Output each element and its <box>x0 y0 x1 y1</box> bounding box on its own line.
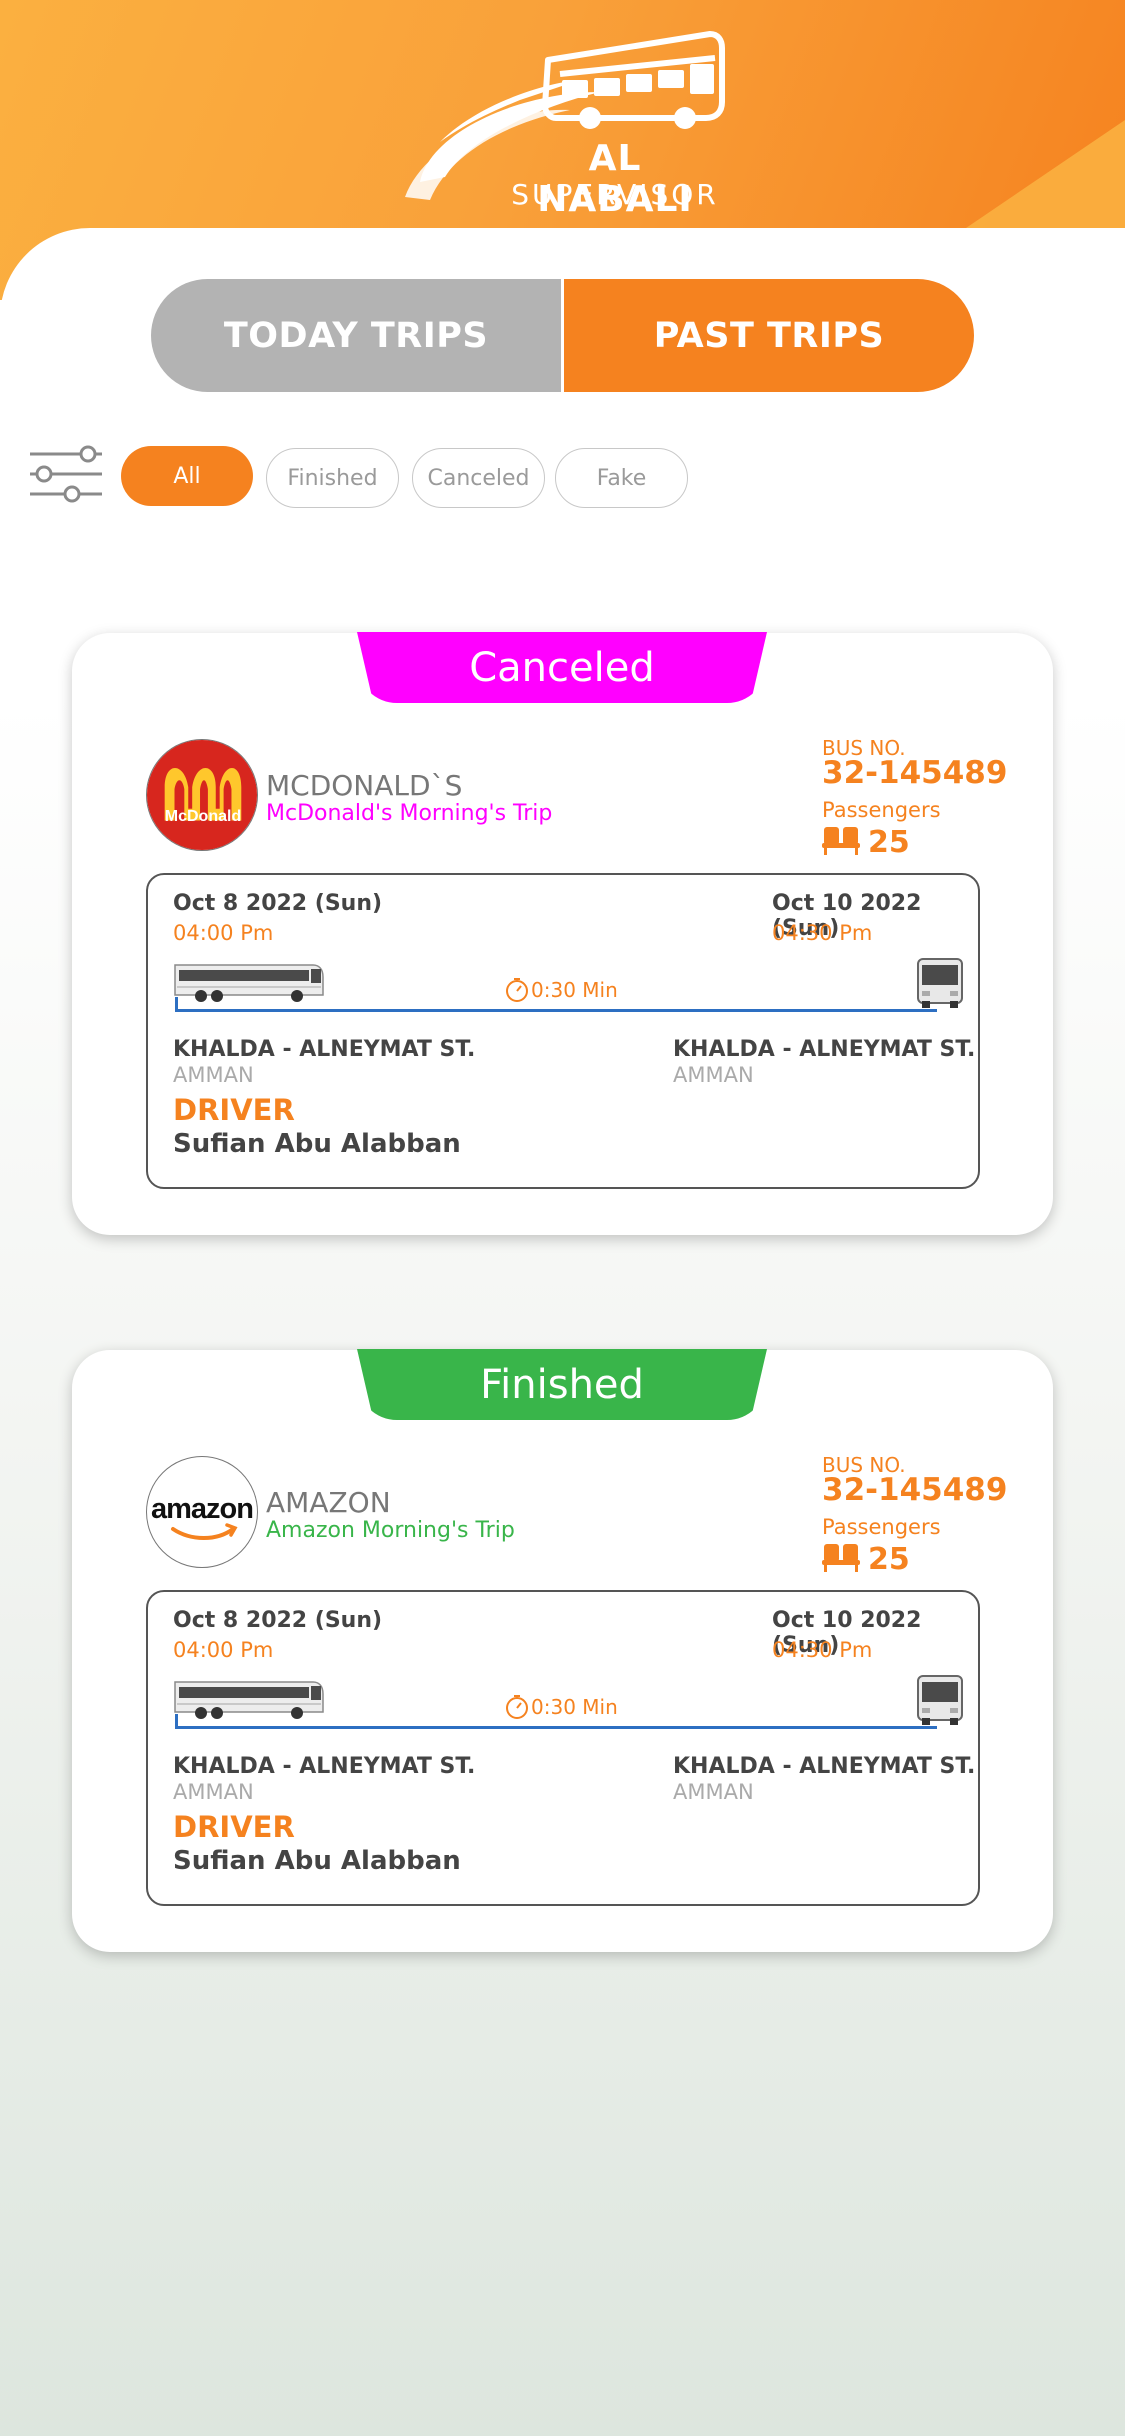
seat-icon <box>822 1544 860 1572</box>
departure-time: 04:00 Pm <box>173 1638 274 1662</box>
bus-number: 32-145489 <box>822 1472 1008 1508</box>
timer-icon <box>506 978 528 1002</box>
origin-stop: KHALDA - ALNEYMAT ST. <box>173 1754 476 1779</box>
bus-side-icon <box>174 964 324 1002</box>
bus-number: 32-145489 <box>822 755 1008 791</box>
filter-chip-fake[interactable]: Fake <box>555 448 688 508</box>
seat-icon <box>822 827 860 855</box>
tab-today-trips[interactable]: TODAY TRIPS <box>151 279 564 392</box>
duration-text: 0:30 Min <box>531 1695 618 1719</box>
passenger-count: 25 <box>868 1542 910 1577</box>
trip-duration: 0:30 Min <box>505 1694 618 1720</box>
duration-text: 0:30 Min <box>531 978 618 1002</box>
trip-name: McDonald's Morning's Trip <box>266 801 553 826</box>
departure-time: 04:00 Pm <box>173 921 274 945</box>
arrival-time: 04:30 Pm <box>772 921 873 945</box>
amazon-smile-icon <box>171 1523 238 1540</box>
filter-chip-all[interactable]: All <box>121 446 253 506</box>
departure-date: Oct 8 2022 (Sun) <box>173 891 383 916</box>
company-name: AMAZON <box>266 1486 391 1519</box>
mcdonalds-logo-icon <box>147 740 257 850</box>
trip-card[interactable]: Canceled McDonald MCDONALD`S McDonald's … <box>72 632 1053 1235</box>
route-line <box>175 1009 937 1012</box>
status-badge: Finished <box>357 1349 767 1420</box>
driver-label: DRIVER <box>173 1093 295 1127</box>
origin-city: AMMAN <box>173 1780 254 1804</box>
bus-side-icon <box>174 1681 324 1719</box>
brand-subtitle: SUPERVISOR <box>511 178 719 211</box>
departure-date: Oct 8 2022 (Sun) <box>173 1608 383 1633</box>
trip-duration: 0:30 Min <box>505 977 618 1003</box>
tab-past-trips[interactable]: PAST TRIPS <box>564 279 974 392</box>
trip-name: Amazon Morning's Trip <box>266 1518 515 1543</box>
driver-name: Sufian Abu Alabban <box>173 1129 461 1159</box>
bus-front-icon <box>917 958 963 1008</box>
route-line <box>175 1726 937 1729</box>
company-logo: McDonald <box>146 739 258 851</box>
origin-city: AMMAN <box>173 1063 254 1087</box>
driver-label: DRIVER <box>173 1810 295 1844</box>
company-name: MCDONALD`S <box>266 769 463 802</box>
origin-stop: KHALDA - ALNEYMAT ST. <box>173 1037 476 1062</box>
logo-text: McDonald <box>164 808 242 825</box>
passengers-label: Passengers <box>822 1515 941 1539</box>
trip-card[interactable]: Finished amazon AMAZON Amazon Morning's … <box>72 1349 1053 1952</box>
passengers-label: Passengers <box>822 798 941 822</box>
status-badge: Canceled <box>357 632 767 703</box>
driver-name: Sufian Abu Alabban <box>173 1846 461 1876</box>
bus-front-icon <box>917 1675 963 1725</box>
trip-tabs: TODAY TRIPS PAST TRIPS <box>151 279 974 392</box>
sliders-icon[interactable] <box>28 444 104 504</box>
arrival-time: 04:30 Pm <box>772 1638 873 1662</box>
destination-stop: KHALDA - ALNEYMAT ST. <box>673 1037 976 1062</box>
destination-city: AMMAN <box>673 1063 754 1087</box>
passenger-count: 25 <box>868 825 910 860</box>
app-header: AL NABALI SUPERVISOR <box>0 0 1125 300</box>
filter-chip-finished[interactable]: Finished <box>266 448 399 508</box>
timer-icon <box>506 1695 528 1719</box>
route-details: Oct 8 2022 (Sun) 04:00 Pm Oct 10 2022 (S… <box>146 1590 980 1906</box>
destination-city: AMMAN <box>673 1780 754 1804</box>
filter-chip-canceled[interactable]: Canceled <box>412 448 545 508</box>
company-logo: amazon <box>146 1456 258 1568</box>
route-details: Oct 8 2022 (Sun) 04:00 Pm Oct 10 2022 (S… <box>146 873 980 1189</box>
destination-stop: KHALDA - ALNEYMAT ST. <box>673 1754 976 1779</box>
